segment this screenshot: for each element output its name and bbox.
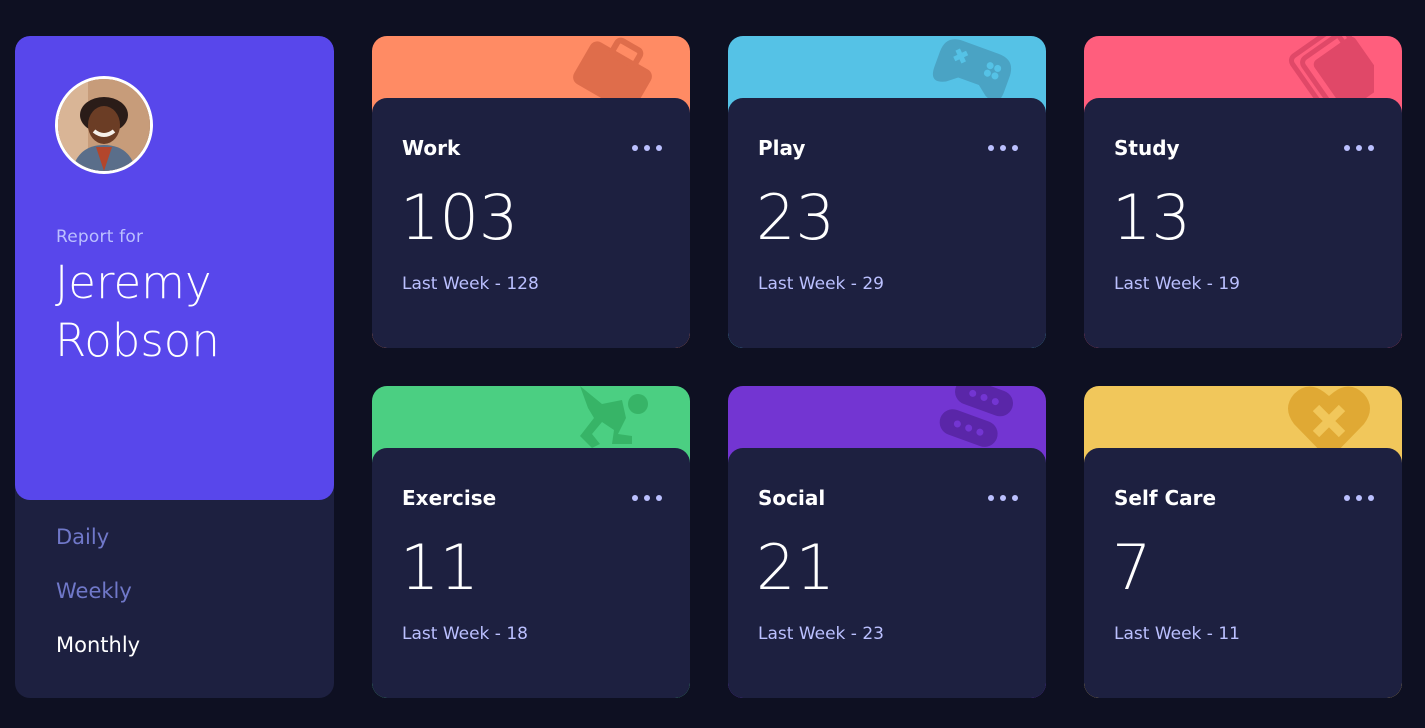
card-work: Work 103 Last Week - 128 (372, 36, 690, 348)
user-name: Jeremy Robson (55, 254, 315, 370)
period-daily[interactable]: Daily (56, 522, 140, 576)
card-body: Play 23 Last Week - 29 (728, 98, 1046, 348)
period-monthly[interactable]: Monthly (56, 630, 140, 684)
card-exercise: Exercise 11 Last Week - 18 (372, 386, 690, 698)
card-previous-hours: Last Week - 29 (758, 274, 884, 294)
ellipsis-menu-icon[interactable] (632, 140, 662, 154)
card-body: Exercise 11 Last Week - 18 (372, 448, 690, 698)
card-current-hours: 7 (1112, 531, 1152, 604)
period-selector: Daily Weekly Monthly (56, 522, 140, 684)
time-tracking-dashboard: Report for Jeremy Robson Daily Weekly Mo… (0, 0, 1425, 728)
card-title: Work (402, 136, 461, 160)
card-previous-hours: Last Week - 128 (402, 274, 539, 294)
ellipsis-menu-icon[interactable] (632, 490, 662, 504)
card-previous-hours: Last Week - 23 (758, 624, 884, 644)
card-body: Work 103 Last Week - 128 (372, 98, 690, 348)
card-current-hours: 103 (400, 181, 519, 254)
card-title: Social (758, 486, 826, 510)
period-weekly[interactable]: Weekly (56, 576, 140, 630)
ellipsis-menu-icon[interactable] (988, 140, 1018, 154)
card-title: Study (1114, 136, 1180, 160)
card-previous-hours: Last Week - 18 (402, 624, 528, 644)
user-avatar-photo-icon (58, 79, 150, 171)
card-current-hours: 13 (1112, 181, 1191, 254)
card-previous-hours: Last Week - 11 (1114, 624, 1240, 644)
card-title: Self Care (1114, 486, 1217, 510)
card-play: Play 23 Last Week - 29 (728, 36, 1046, 348)
card-study: Study 13 Last Week - 19 (1084, 36, 1402, 348)
card-body: Study 13 Last Week - 19 (1084, 98, 1402, 348)
ellipsis-menu-icon[interactable] (1344, 490, 1374, 504)
card-previous-hours: Last Week - 19 (1114, 274, 1240, 294)
card-body: Social 21 Last Week - 23 (728, 448, 1046, 698)
card-current-hours: 11 (400, 531, 479, 604)
card-social: Social 21 Last Week - 23 (728, 386, 1046, 698)
card-title: Play (758, 136, 806, 160)
card-body: Self Care 7 Last Week - 11 (1084, 448, 1402, 698)
card-current-hours: 21 (756, 531, 835, 604)
report-for-label: Report for (56, 227, 144, 247)
user-last-name: Robson (55, 314, 220, 367)
card-self-care: Self Care 7 Last Week - 11 (1084, 386, 1402, 698)
ellipsis-menu-icon[interactable] (1344, 140, 1374, 154)
user-first-name: Jeremy (55, 256, 212, 309)
card-title: Exercise (402, 486, 497, 510)
profile-header: Report for Jeremy Robson (15, 36, 334, 500)
avatar (55, 76, 153, 174)
ellipsis-menu-icon[interactable] (988, 490, 1018, 504)
card-current-hours: 23 (756, 181, 835, 254)
profile-card: Report for Jeremy Robson Daily Weekly Mo… (15, 36, 334, 698)
